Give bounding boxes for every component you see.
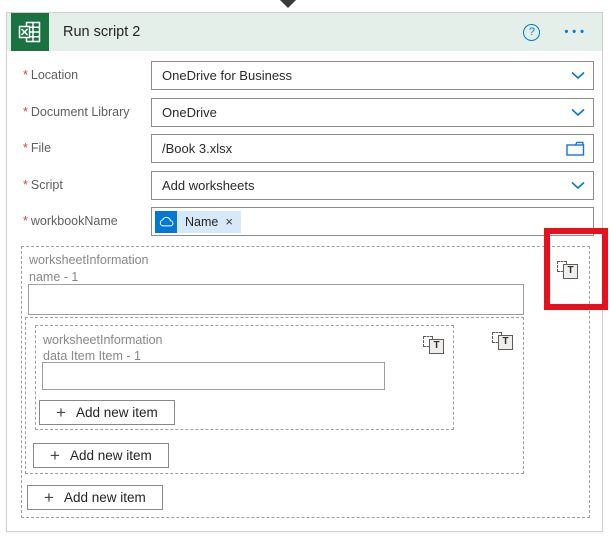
token-label: Name: [185, 214, 219, 229]
workbook-name-label-text: workbookName: [30, 214, 118, 228]
document-library-label: * Document Library: [23, 105, 130, 119]
file-label-text: File: [30, 141, 52, 155]
outer-item-input[interactable]: [28, 284, 524, 315]
file-label: * File: [23, 141, 51, 155]
required-asterisk: *: [23, 141, 28, 155]
chevron-down-icon[interactable]: [571, 71, 585, 80]
chevron-down-icon[interactable]: [571, 108, 585, 117]
inner-item-input[interactable]: [42, 362, 385, 390]
plus-icon: +: [50, 446, 60, 465]
plus-icon: +: [56, 403, 66, 422]
inner-section-label: worksheetInformation: [43, 333, 163, 347]
required-asterisk: *: [23, 178, 28, 192]
inner-add-new-item-button[interactable]: + Add new item: [39, 400, 175, 425]
action-title: Run script 2: [63, 24, 141, 40]
dynamic-content-token[interactable]: Name ×: [155, 210, 241, 233]
add-new-item-label: Add new item: [69, 448, 152, 463]
document-library-dropdown[interactable]: OneDrive: [151, 98, 594, 127]
excel-connector-icon: [11, 13, 49, 51]
required-asterisk: *: [23, 214, 28, 228]
action-card-header[interactable]: Run script 2 ? •••: [7, 13, 602, 51]
chevron-down-icon[interactable]: [571, 181, 585, 190]
outer-section-label: worksheetInformation: [29, 253, 149, 267]
add-new-item-label: Add new item: [63, 490, 146, 505]
location-dropdown[interactable]: OneDrive for Business: [151, 61, 594, 90]
script-label: * Script: [23, 178, 63, 192]
t-icon-letter: T: [429, 339, 444, 354]
help-icon[interactable]: ?: [523, 23, 541, 41]
document-library-value: OneDrive: [162, 105, 217, 120]
script-dropdown[interactable]: Add worksheets: [151, 171, 594, 200]
location-label-text: Location: [30, 68, 79, 82]
more-menu-icon[interactable]: •••: [564, 26, 588, 38]
outer-item-label: name - 1: [29, 270, 79, 284]
token-body[interactable]: Name ×: [177, 210, 241, 233]
mid-add-new-item-button[interactable]: + Add new item: [33, 443, 169, 468]
folder-picker-icon[interactable]: [566, 141, 585, 156]
file-input[interactable]: /Book 3.xlsx: [151, 134, 594, 163]
workbook-name-label: * workbookName: [23, 214, 118, 228]
annotation-highlight-rectangle: [544, 228, 608, 310]
switch-to-input-entire-array-icon[interactable]: T: [492, 330, 514, 352]
connector-arrow-icon: [280, 0, 296, 8]
switch-to-input-entire-array-icon[interactable]: T: [423, 334, 445, 356]
location-label: * Location: [23, 68, 78, 82]
add-new-item-label: Add new item: [75, 405, 158, 420]
outer-add-new-item-button[interactable]: + Add new item: [27, 485, 163, 510]
inner-item-label: data Item Item - 1: [43, 349, 141, 363]
action-card-run-script: Run script 2 ? ••• * Location OneDrive fo…: [6, 12, 608, 532]
location-value: OneDrive for Business: [162, 68, 293, 83]
t-icon-letter: T: [498, 335, 513, 350]
onedrive-cloud-icon: [155, 210, 177, 233]
required-asterisk: *: [23, 68, 28, 82]
script-value: Add worksheets: [162, 178, 255, 193]
required-asterisk: *: [23, 105, 28, 119]
plus-icon: +: [44, 488, 54, 507]
file-value: /Book 3.xlsx: [162, 141, 233, 156]
script-label-text: Script: [30, 178, 63, 192]
flow-designer-canvas: Run script 2 ? ••• * Location OneDrive fo…: [0, 0, 611, 544]
document-library-label-text: Document Library: [30, 105, 130, 119]
token-close-icon[interactable]: ×: [225, 214, 233, 229]
workbook-name-input[interactable]: Name ×: [151, 207, 594, 236]
